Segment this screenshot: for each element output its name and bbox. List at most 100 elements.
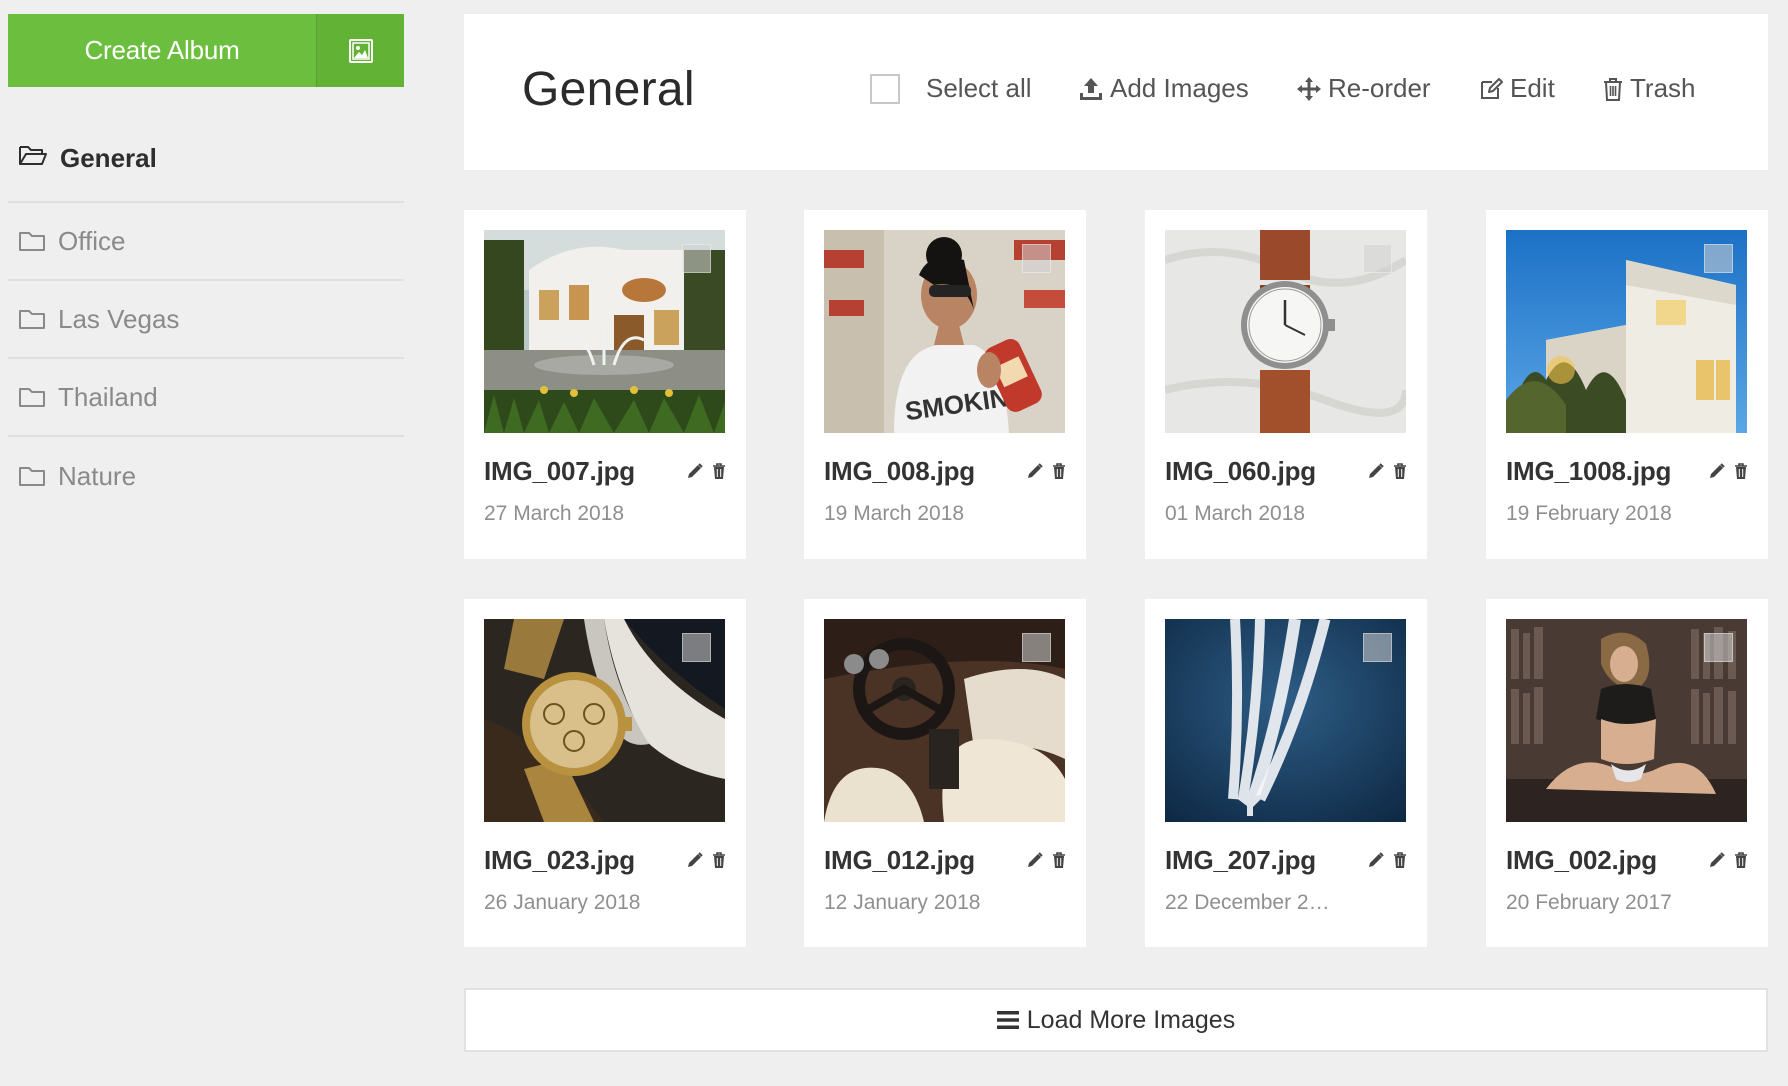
image-card[interactable]: IMG_002.jpg 20 February 2017	[1486, 599, 1768, 947]
image-date: 26 January 2018	[484, 891, 641, 914]
picture-icon	[316, 14, 404, 87]
image-card[interactable]: IMG_060.jpg 01 March 2018	[1145, 210, 1427, 559]
image-thumbnail[interactable]	[484, 230, 725, 433]
folder-icon	[19, 310, 45, 329]
image-card[interactable]: IMG_023.jpg 26 January 2018	[464, 599, 746, 947]
edit-icon	[1481, 77, 1503, 99]
upload-icon	[1080, 77, 1102, 100]
album-list: General Office Las Vegas Thailand Nature	[8, 139, 404, 515]
select-all-label: Select all	[926, 73, 1032, 103]
image-thumbnail[interactable]	[1165, 230, 1406, 433]
image-card[interactable]: IMG_007.jpg 27 March 2018	[464, 210, 746, 559]
pencil-icon[interactable]	[686, 851, 704, 869]
image-thumbnail[interactable]: SMOKIN	[824, 230, 1065, 433]
image-filename: IMG_008.jpg	[824, 456, 975, 486]
album-item-thailand[interactable]: Thailand	[8, 359, 404, 437]
pencil-icon[interactable]	[1367, 462, 1385, 480]
select-checkbox[interactable]	[682, 244, 711, 273]
album-label: Las Vegas	[58, 303, 180, 334]
folder-icon	[19, 388, 45, 407]
trash-icon[interactable]	[712, 851, 726, 869]
image-card[interactable]: SMOKIN IMG_008.jpg 19 March 2018	[804, 210, 1086, 559]
image-date: 01 March 2018	[1165, 502, 1306, 525]
image-actions	[1367, 851, 1407, 869]
album-item-las-vegas[interactable]: Las Vegas	[8, 281, 404, 359]
album-header: General Select all Add Images Re-order E…	[464, 14, 1768, 170]
image-card[interactable]: IMG_1008.jpg 19 February 2018	[1486, 210, 1768, 559]
reorder-button[interactable]: Re-order	[1296, 73, 1431, 104]
pencil-icon[interactable]	[1026, 462, 1044, 480]
trash-icon[interactable]	[1393, 851, 1407, 869]
image-actions	[1026, 851, 1066, 869]
sidebar: Create Album General Office Las Vegas Th…	[8, 14, 404, 515]
pencil-icon[interactable]	[1708, 851, 1726, 869]
create-album-button[interactable]: Create Album	[8, 14, 404, 87]
page-title: General	[522, 63, 695, 116]
pencil-icon[interactable]	[1708, 462, 1726, 480]
create-album-label: Create Album	[84, 35, 240, 65]
album-label: Thailand	[58, 381, 158, 412]
select-checkbox[interactable]	[1363, 244, 1392, 273]
edit-label: Edit	[1510, 73, 1555, 103]
pencil-icon[interactable]	[1026, 851, 1044, 869]
add-images-label: Add Images	[1110, 73, 1249, 103]
edit-button[interactable]: Edit	[1478, 73, 1555, 104]
trash-icon[interactable]	[712, 462, 726, 480]
image-thumbnail[interactable]	[484, 619, 725, 822]
image-thumbnail[interactable]	[824, 619, 1065, 822]
trash-icon[interactable]	[1734, 462, 1748, 480]
album-label: Office	[58, 225, 126, 256]
image-card[interactable]: IMG_207.jpg 22 December 2…	[1145, 599, 1427, 947]
select-all-control[interactable]: Select all	[870, 73, 1032, 104]
pencil-icon[interactable]	[1367, 851, 1385, 869]
add-images-button[interactable]: Add Images	[1078, 73, 1249, 104]
load-more-button[interactable]: Load More Images	[464, 988, 1768, 1052]
image-filename: IMG_023.jpg	[484, 845, 635, 875]
trash-icon	[1604, 77, 1622, 101]
folder-icon	[19, 467, 45, 486]
album-label: General	[60, 143, 157, 173]
image-date: 19 March 2018	[824, 502, 965, 525]
image-actions	[1708, 851, 1748, 869]
select-checkbox[interactable]	[1363, 633, 1392, 662]
folder-open-icon	[19, 146, 47, 165]
album-item-nature[interactable]: Nature	[8, 437, 404, 515]
menu-icon	[996, 1011, 1019, 1029]
image-filename: IMG_007.jpg	[484, 456, 635, 486]
album-item-office[interactable]: Office	[8, 203, 404, 281]
trash-label: Trash	[1630, 73, 1696, 103]
image-date: 20 February 2017	[1506, 891, 1672, 914]
image-date: 19 February 2018	[1506, 502, 1672, 525]
image-filename: IMG_012.jpg	[824, 845, 975, 875]
select-checkbox[interactable]	[1704, 244, 1733, 273]
select-checkbox[interactable]	[682, 633, 711, 662]
select-all-checkbox[interactable]	[870, 73, 900, 104]
trash-icon[interactable]	[1734, 851, 1748, 869]
image-actions	[1367, 462, 1407, 480]
image-thumbnail[interactable]	[1165, 619, 1406, 822]
select-checkbox[interactable]	[1704, 633, 1733, 662]
trash-icon[interactable]	[1393, 462, 1407, 480]
pencil-icon[interactable]	[686, 462, 704, 480]
trash-icon[interactable]	[1052, 462, 1066, 480]
move-arrows-icon	[1297, 76, 1321, 101]
image-date: 22 December 2…	[1165, 891, 1330, 914]
image-date: 27 March 2018	[484, 502, 625, 525]
folder-icon	[19, 232, 45, 251]
image-card[interactable]: IMG_012.jpg 12 January 2018	[804, 599, 1086, 947]
load-more-label: Load More Images	[1026, 1005, 1236, 1034]
album-item-general[interactable]: General	[8, 139, 404, 203]
image-filename: IMG_207.jpg	[1165, 845, 1316, 875]
trash-button[interactable]: Trash	[1602, 73, 1696, 104]
image-filename: IMG_1008.jpg	[1506, 456, 1672, 486]
image-thumbnail[interactable]	[1506, 619, 1747, 822]
image-date: 12 January 2018	[824, 891, 981, 914]
select-checkbox[interactable]	[1022, 244, 1051, 273]
image-thumbnail[interactable]	[1506, 230, 1747, 433]
trash-icon[interactable]	[1052, 851, 1066, 869]
album-label: Nature	[58, 460, 137, 491]
select-checkbox[interactable]	[1022, 633, 1051, 662]
image-actions	[1708, 462, 1748, 480]
reorder-label: Re-order	[1328, 73, 1431, 103]
image-actions	[686, 851, 726, 869]
